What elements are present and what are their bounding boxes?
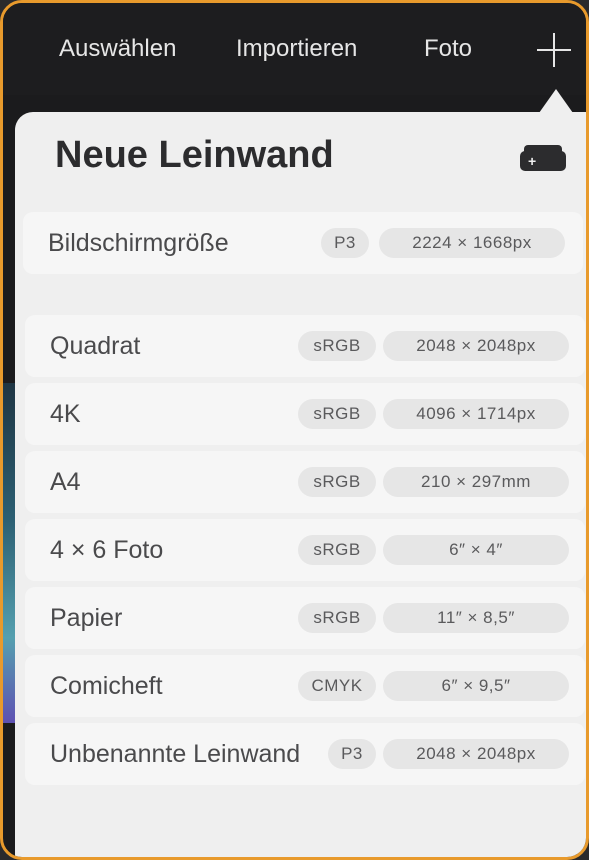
color-space-badge: sRGB — [298, 331, 376, 361]
import-button[interactable]: Importieren — [236, 35, 357, 63]
canvas-name: Unbenannte Leinwand — [50, 740, 301, 768]
photo-button[interactable]: Foto — [424, 35, 472, 63]
popover-arrow — [539, 89, 573, 113]
canvas-row-screen-size[interactable]: Bildschirmgröße P3 2224 × 1668px — [23, 212, 583, 274]
panel-title: Neue Leinwand — [55, 134, 334, 176]
canvas-name: Bildschirmgröße — [48, 229, 229, 257]
canvas-name: Quadrat — [50, 332, 141, 360]
top-toolbar: Auswählen Importieren Foto — [3, 3, 586, 95]
canvas-name: A4 — [50, 468, 81, 496]
dimensions-badge: 4096 × 1714px — [383, 399, 569, 429]
new-custom-canvas-icon[interactable]: + — [520, 145, 566, 171]
app-window: Auswählen Importieren Foto Neue Leinwand… — [0, 0, 589, 860]
canvas-row-square[interactable]: Quadrat sRGB 2048 × 2048px — [25, 315, 585, 377]
select-button[interactable]: Auswählen — [59, 35, 176, 63]
color-space-badge: P3 — [321, 228, 369, 258]
canvas-row-untitled[interactable]: Unbenannte Leinwand P3 2048 × 2048px — [25, 723, 585, 785]
canvas-row-4x6-photo[interactable]: 4 × 6 Foto sRGB 6″ × 4″ — [25, 519, 585, 581]
new-canvas-panel: Neue Leinwand + Bildschirmgröße P3 2224 … — [15, 112, 586, 857]
canvas-row-a4[interactable]: A4 sRGB 210 × 297mm — [25, 451, 585, 513]
color-space-badge: sRGB — [298, 399, 376, 429]
dimensions-badge: 210 × 297mm — [383, 467, 569, 497]
canvas-name: Comicheft — [50, 672, 163, 700]
dimensions-badge: 2048 × 2048px — [383, 739, 569, 769]
dimensions-badge: 11″ × 8,5″ — [383, 603, 569, 633]
color-space-badge: P3 — [328, 739, 376, 769]
color-space-badge: sRGB — [298, 603, 376, 633]
dimensions-badge: 6″ × 9,5″ — [383, 671, 569, 701]
canvas-row-paper[interactable]: Papier sRGB 11″ × 8,5″ — [25, 587, 585, 649]
canvas-name: 4 × 6 Foto — [50, 536, 164, 564]
canvas-row-comic[interactable]: Comicheft CMYK 6″ × 9,5″ — [25, 655, 585, 717]
canvas-name: Papier — [50, 604, 123, 632]
dimensions-badge: 2048 × 2048px — [383, 331, 569, 361]
dimensions-badge: 6″ × 4″ — [383, 535, 569, 565]
color-space-badge: sRGB — [298, 535, 376, 565]
canvas-row-4k[interactable]: 4K sRGB 4096 × 1714px — [25, 383, 585, 445]
color-space-badge: CMYK — [298, 671, 376, 701]
canvas-name: 4K — [50, 400, 81, 428]
plus-icon[interactable] — [535, 31, 573, 69]
dimensions-badge: 2224 × 1668px — [379, 228, 565, 258]
color-space-badge: sRGB — [298, 467, 376, 497]
